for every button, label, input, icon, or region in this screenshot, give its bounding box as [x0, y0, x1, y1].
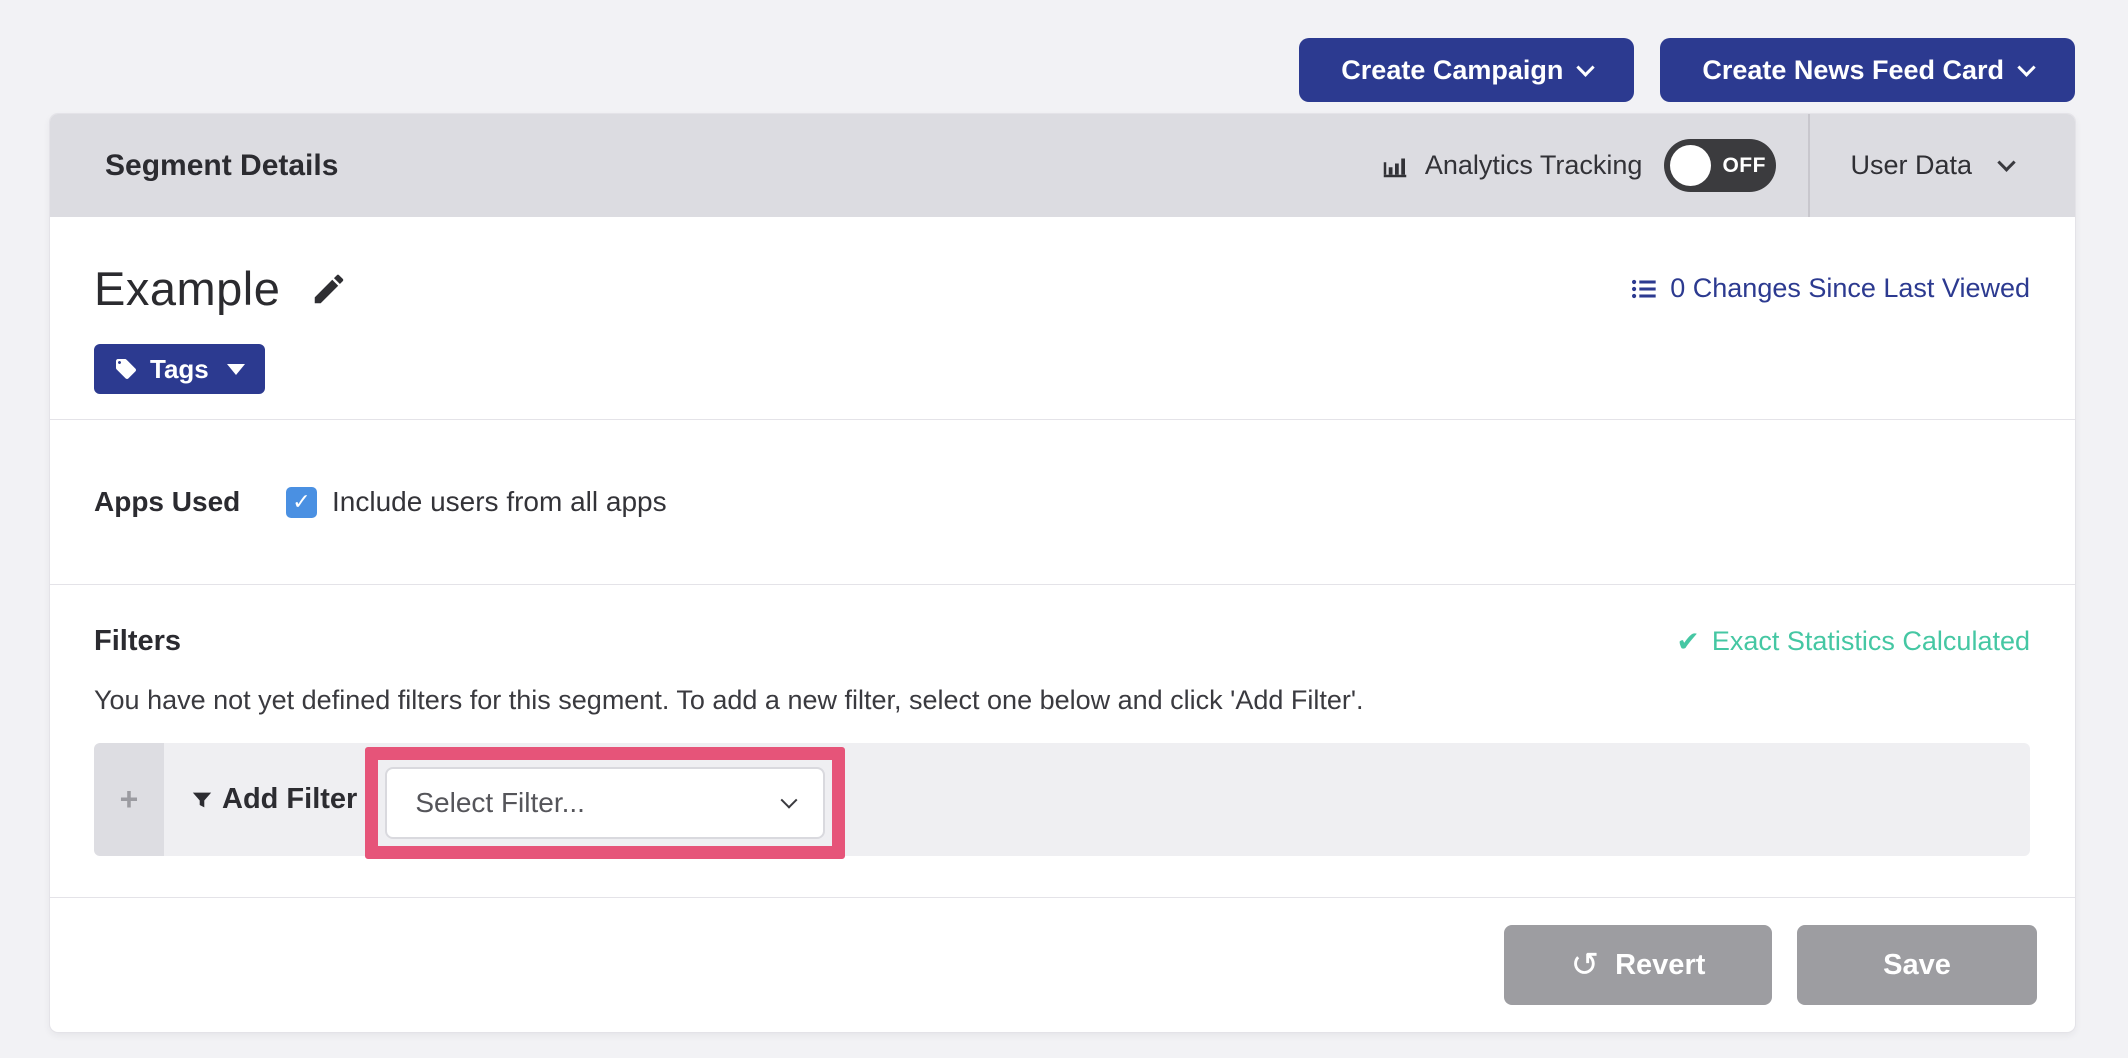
filter-funnel-icon: [191, 789, 213, 811]
include-all-apps-checkbox[interactable]: ✓: [286, 487, 317, 518]
status-label: Exact Statistics Calculated: [1712, 626, 2030, 657]
bar-chart-icon: [1380, 151, 1410, 181]
tags-button-label: Tags: [150, 354, 209, 385]
add-filter-bar: + Add Filter Select Filter...: [94, 743, 2030, 856]
exact-statistics-status: ✔ Exact Statistics Calculated: [1676, 625, 2030, 658]
add-filter-plus-button[interactable]: +: [94, 743, 164, 856]
create-campaign-button[interactable]: Create Campaign: [1299, 38, 1634, 102]
segment-details-card: Segment Details Analytics Tracking OFF U…: [50, 114, 2075, 1032]
user-data-dropdown[interactable]: User Data: [1810, 114, 2075, 217]
tag-icon: [114, 357, 138, 381]
chevron-down-icon: [781, 791, 798, 808]
create-news-feed-label: Create News Feed Card: [1702, 55, 2004, 86]
changes-link-label: 0 Changes Since Last Viewed: [1670, 273, 2030, 304]
chevron-down-icon: [1997, 153, 2015, 171]
filters-instruction-text: You have not yet defined filters for thi…: [94, 685, 2030, 716]
include-all-apps-label: Include users from all apps: [332, 486, 667, 518]
save-button[interactable]: Save: [1797, 925, 2037, 1005]
page-title: Segment Details: [105, 149, 338, 183]
save-label: Save: [1883, 949, 1951, 982]
header-right-group: Analytics Tracking OFF User Data: [1380, 114, 2075, 217]
filter-select-value: Select Filter...: [415, 787, 585, 819]
filter-select[interactable]: Select Filter...: [385, 767, 825, 839]
revert-label: Revert: [1615, 949, 1705, 982]
add-filter-button[interactable]: Add Filter: [191, 783, 357, 816]
add-filter-row: Add Filter Select Filter...: [164, 743, 2030, 856]
top-action-bar: Create Campaign Create News Feed Card: [1299, 38, 2075, 102]
chevron-down-icon: [2017, 58, 2035, 76]
analytics-tracking-group: Analytics Tracking: [1380, 150, 1643, 181]
tags-button[interactable]: Tags: [94, 344, 265, 394]
chevron-down-icon: [1577, 58, 1595, 76]
revert-arrow-icon: ↺: [1571, 948, 1600, 982]
highlight-annotation: Select Filter...: [365, 747, 845, 859]
apps-used-section: Apps Used ✓ Include users from all apps: [50, 419, 2075, 584]
revert-button[interactable]: ↺ Revert: [1504, 925, 1772, 1005]
create-campaign-label: Create Campaign: [1341, 55, 1563, 86]
check-icon: ✔: [1676, 625, 1699, 658]
add-filter-label: Add Filter: [222, 783, 357, 816]
analytics-tracking-toggle[interactable]: OFF: [1664, 139, 1776, 192]
segment-name: Example: [94, 261, 280, 316]
user-data-label: User Data: [1850, 150, 1972, 181]
pencil-icon: [310, 270, 348, 308]
toggle-state-label: OFF: [1722, 154, 1766, 178]
list-icon: [1630, 275, 1658, 303]
plus-icon: +: [120, 781, 139, 818]
caret-down-icon: [227, 364, 245, 375]
checkmark-icon: ✓: [292, 489, 310, 515]
changes-since-last-viewed-link[interactable]: 0 Changes Since Last Viewed: [1630, 273, 2030, 304]
filters-heading: Filters: [94, 625, 181, 658]
filters-section: Filters ✔ Exact Statistics Calculated Yo…: [50, 584, 2075, 897]
create-news-feed-card-button[interactable]: Create News Feed Card: [1660, 38, 2075, 102]
card-header: Segment Details Analytics Tracking OFF U…: [50, 114, 2075, 217]
analytics-tracking-label: Analytics Tracking: [1425, 150, 1643, 181]
apps-used-label: Apps Used: [94, 486, 286, 518]
card-footer: ↺ Revert Save: [50, 897, 2075, 1032]
toggle-knob: [1670, 145, 1711, 186]
edit-name-button[interactable]: [310, 270, 348, 308]
segment-title-section: Example 0 Changes Since Last Viewed: [50, 217, 2075, 419]
